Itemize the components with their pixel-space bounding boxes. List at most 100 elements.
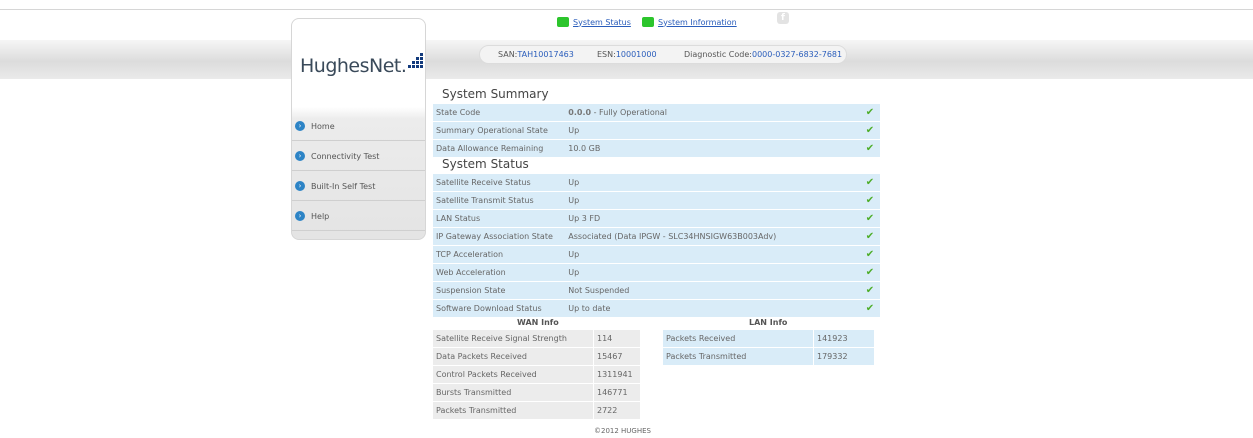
checkmark-icon: ✔	[859, 282, 880, 299]
logo-text: HughesNet	[300, 55, 401, 77]
system-summary-title: System Summary	[442, 87, 549, 101]
facebook-icon[interactable]: f	[777, 12, 789, 24]
row-label: LAN Status	[433, 210, 564, 227]
system-summary-table: State Code 0.0.0 - Fully Operational ✔ S…	[433, 103, 880, 158]
row-value: 10.0 GB	[563, 140, 860, 157]
san-field: SAN:TAH10017463	[498, 50, 574, 59]
green-square-icon	[557, 17, 569, 27]
esn-value: 10001000	[615, 50, 657, 59]
row-label: Data Allowance Remaining	[433, 140, 564, 157]
green-square-icon	[642, 17, 654, 27]
row-label: Data Packets Received	[433, 348, 593, 365]
table-row: IP Gateway Association State Associated (…	[433, 228, 880, 245]
sidebar-item-home[interactable]: › Home	[292, 112, 425, 141]
state-code-desc: - Fully Operational	[591, 108, 667, 117]
sidebar-item-help[interactable]: › Help	[292, 202, 425, 231]
row-label: State Code	[433, 104, 564, 121]
nav-arrow-icon: ›	[295, 211, 305, 221]
lan-info-title: LAN Info	[749, 318, 788, 327]
row-label: Satellite Transmit Status	[433, 192, 564, 209]
table-row: Packets Received 141923	[663, 330, 874, 347]
nav-arrow-icon: ›	[295, 121, 305, 131]
san-value: TAH10017463	[517, 50, 574, 59]
copyright-footer: ©2012 HUGHES	[594, 427, 651, 435]
table-row: LAN Status Up 3 FD ✔	[433, 210, 880, 227]
table-row: Packets Transmitted 2722	[433, 402, 640, 419]
system-status-table: Satellite Receive Status Up ✔ Satellite Tr…	[433, 173, 880, 318]
esn-field: ESN:10001000	[597, 50, 657, 59]
table-row: TCP Acceleration Up ✔	[433, 246, 880, 263]
hughesnet-logo: HughesNet.	[300, 55, 407, 77]
table-row: Control Packets Received 1311941	[433, 366, 640, 383]
row-label: IP Gateway Association State	[433, 228, 564, 245]
row-label: Software Download Status	[433, 300, 564, 317]
system-status-title: System Status	[442, 157, 529, 171]
checkmark-icon: ✔	[859, 104, 880, 121]
wan-info-table: Satellite Receive Signal Strength 114 Dat…	[432, 329, 641, 420]
checkmark-icon: ✔	[859, 140, 880, 157]
row-value: Up 3 FD	[563, 210, 860, 227]
checkmark-icon: ✔	[859, 246, 880, 263]
table-row: Satellite Receive Status Up ✔	[433, 174, 880, 191]
row-value: Not Suspended	[563, 282, 860, 299]
row-label: TCP Acceleration	[433, 246, 564, 263]
table-row: Data Allowance Remaining 10.0 GB ✔	[433, 140, 880, 157]
logo-mark-icon	[408, 53, 426, 68]
logo-period: .	[400, 55, 407, 77]
row-value: Up	[563, 246, 860, 263]
checkmark-icon: ✔	[859, 174, 880, 191]
table-row: State Code 0.0.0 - Fully Operational ✔	[433, 104, 880, 121]
row-label: Packets Transmitted	[663, 348, 813, 365]
row-value: 146771	[594, 384, 640, 401]
table-row: Satellite Transmit Status Up ✔	[433, 192, 880, 209]
diagnostic-value: 0000-0327-6832-7681	[751, 50, 843, 59]
row-value: Associated (Data IPGW - SLC34HNSIGW63B00…	[563, 228, 860, 245]
row-label: Bursts Transmitted	[433, 384, 593, 401]
table-row: Data Packets Received 15467	[433, 348, 640, 365]
sidebar-item-label: Built-In Self Test	[311, 181, 376, 191]
row-value: 141923	[814, 330, 874, 347]
sidebar-item-label: Connectivity Test	[311, 151, 380, 161]
nav-arrow-icon: ›	[295, 181, 305, 191]
row-value: Up	[563, 264, 860, 281]
table-row: Satellite Receive Signal Strength 114	[433, 330, 640, 347]
sidebar-item-label: Help	[311, 211, 330, 221]
row-label: Summary Operational State	[433, 122, 564, 139]
checkmark-icon: ✔	[859, 210, 880, 227]
row-value: 2722	[594, 402, 640, 419]
system-status-link[interactable]: System Status	[573, 18, 631, 27]
sidebar-item-connectivity-test[interactable]: › Connectivity Test	[292, 142, 425, 171]
checkmark-icon: ✔	[859, 300, 880, 317]
checkmark-icon: ✔	[859, 192, 880, 209]
state-code-value: 0.0.0	[568, 108, 592, 117]
row-label: Packets Transmitted	[433, 402, 593, 419]
table-row: Summary Operational State Up ✔	[433, 122, 880, 139]
row-value: 15467	[594, 348, 640, 365]
row-value: Up	[563, 192, 860, 209]
sidebar-item-built-in-self-test[interactable]: › Built-In Self Test	[292, 172, 425, 201]
system-information-link-wrap[interactable]: System Information	[642, 17, 737, 27]
diagnostic-label: Diagnostic Code:	[684, 50, 752, 59]
esn-label: ESN:	[597, 50, 616, 59]
table-row: Bursts Transmitted 146771	[433, 384, 640, 401]
device-info-bar: SAN:TAH10017463 ESN:10001000 Diagnostic …	[479, 45, 847, 64]
table-row: Web Acceleration Up ✔	[433, 264, 880, 281]
row-value: 114	[594, 330, 640, 347]
diagnostic-code-field: Diagnostic Code:0000-0327-6832-7681	[684, 50, 842, 59]
row-value: Up	[563, 122, 860, 139]
system-information-link[interactable]: System Information	[658, 18, 737, 27]
wan-info-title: WAN Info	[517, 318, 559, 327]
row-label: Satellite Receive Signal Strength	[433, 330, 593, 347]
row-label: Control Packets Received	[433, 366, 593, 383]
system-status-link-wrap[interactable]: System Status	[557, 17, 631, 27]
row-label: Web Acceleration	[433, 264, 564, 281]
sidebar-item-label: Home	[311, 121, 335, 131]
row-value: Up	[563, 174, 860, 191]
row-label: Packets Received	[663, 330, 813, 347]
sidebar: HughesNet. › Home › Connectivity Test › …	[291, 18, 426, 240]
lan-info-table: Packets Received 141923 Packets Transmitt…	[662, 329, 875, 366]
nav-arrow-icon: ›	[295, 151, 305, 161]
row-value: 0.0.0 - Fully Operational	[563, 104, 860, 121]
row-value: 1311941	[594, 366, 640, 383]
row-label: Suspension State	[433, 282, 564, 299]
